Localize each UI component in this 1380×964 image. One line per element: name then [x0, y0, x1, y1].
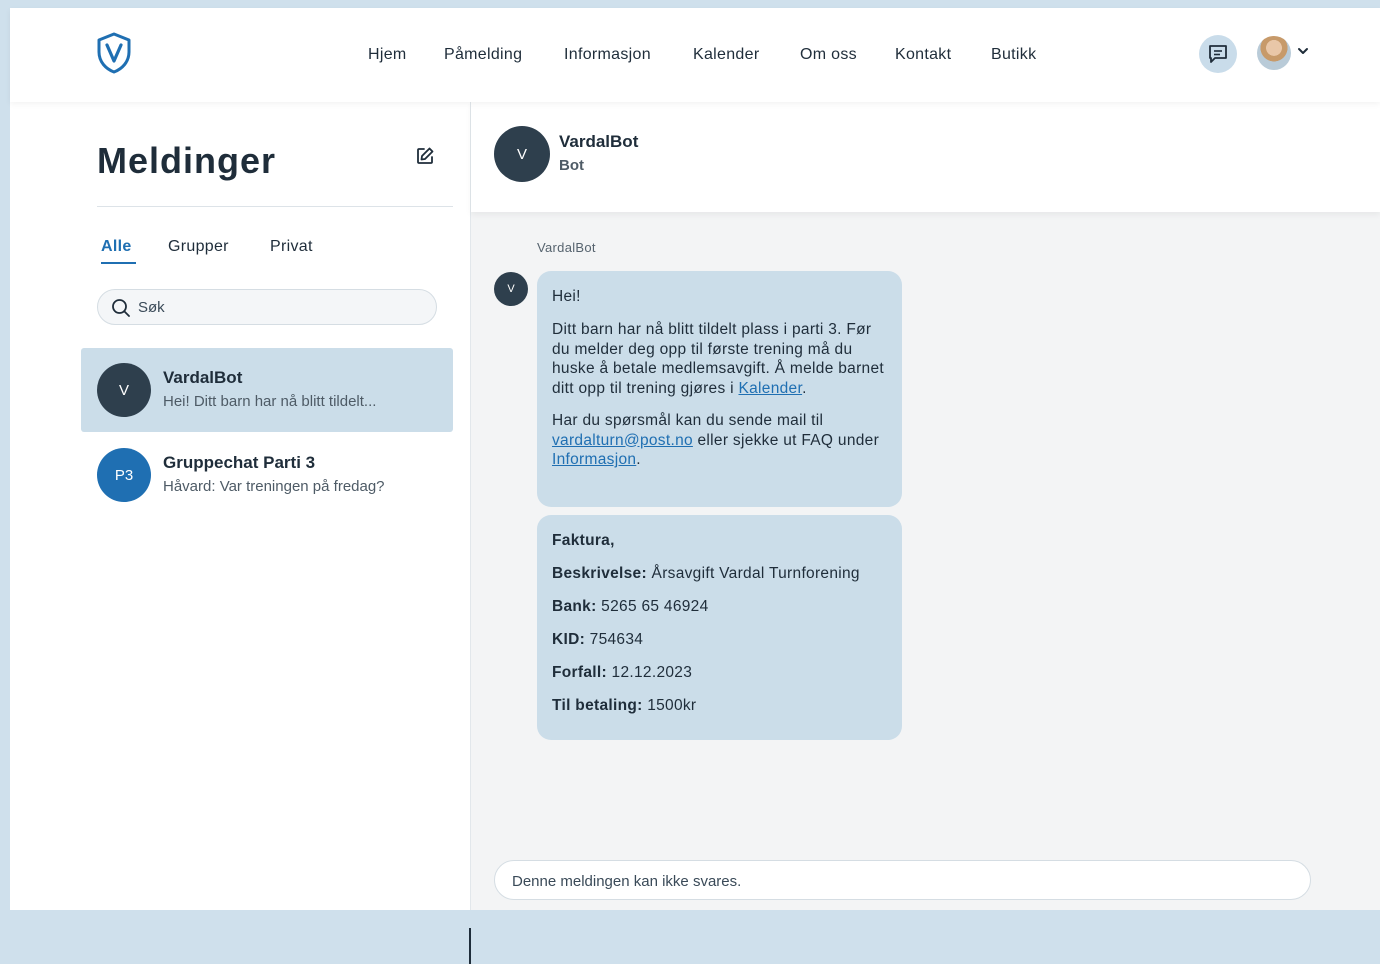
message-text: eller sjekke ut FAQ under: [692, 431, 880, 449]
sender-label: VardalBot: [537, 240, 596, 255]
conversation-name: VardalBot: [163, 368, 243, 387]
informasjon-link[interactable]: Informasjon: [552, 451, 636, 468]
field-value: 12.12.2023: [606, 664, 693, 681]
field-label: Bank:: [552, 598, 597, 615]
kalender-link[interactable]: Kalender: [738, 380, 802, 397]
invoice-kid: KID: 754634: [552, 630, 892, 650]
field-value: 5265 65 46924: [596, 598, 709, 615]
message-paragraph: Har du spørsmål kan du sende mail til va…: [552, 411, 892, 470]
invoice-bubble: Faktura, Beskrivelse: Årsavgift Vardal T…: [537, 515, 902, 740]
divider: [97, 206, 453, 207]
search-icon: [112, 299, 130, 317]
field-label: Beskrivelse:: [552, 565, 647, 582]
top-navigation: Hjem Påmelding Informasjon Kalender Om o…: [10, 8, 1380, 102]
main-nav: Hjem Påmelding Informasjon Kalender Om o…: [10, 46, 1380, 66]
chat-header: V VardalBot Bot: [471, 102, 1380, 212]
reply-box: [494, 860, 1311, 900]
chevron-down-icon[interactable]: [1297, 46, 1309, 56]
message-text: Har du spørsmål kan du sende mail til: [552, 412, 824, 429]
user-avatar[interactable]: [1257, 36, 1291, 70]
search-input[interactable]: [138, 296, 418, 318]
messages-button[interactable]: [1199, 35, 1237, 73]
nav-item-om-oss[interactable]: Om oss: [800, 46, 857, 64]
field-label: Forfall:: [552, 664, 607, 681]
avatar: P3: [97, 448, 151, 502]
field-value: Årsavgift Vardal Turnforening: [646, 565, 860, 582]
edit-icon[interactable]: [415, 146, 435, 166]
page-title: Meldinger: [97, 140, 277, 181]
avatar: V: [97, 363, 151, 417]
text-cursor: [469, 928, 471, 964]
tab-privat[interactable]: Privat: [270, 238, 313, 256]
chat-subtitle: Bot: [559, 157, 584, 174]
reply-input[interactable]: [512, 870, 1292, 892]
conversation-preview: Håvard: Var treningen på fredag?: [163, 478, 385, 495]
message-text: .: [802, 379, 807, 397]
email-link[interactable]: vardalturn@post.no: [552, 432, 693, 449]
message-paragraph: Ditt barn har nå blitt tildelt plass i p…: [552, 320, 892, 398]
conversation-preview: Hei! Ditt barn har nå blitt tildelt...: [163, 393, 377, 410]
invoice-due: Forfall: 12.12.2023: [552, 663, 892, 683]
field-label: KID:: [552, 631, 586, 648]
avatar: V: [494, 126, 550, 182]
app-window: Hjem Påmelding Informasjon Kalender Om o…: [10, 8, 1380, 910]
nav-item-hjem[interactable]: Hjem: [368, 46, 407, 64]
message-text: Ditt barn har nå blitt tildelt plass i p…: [552, 321, 884, 397]
field-value: 1500kr: [642, 697, 697, 714]
nav-item-kalender[interactable]: Kalender: [693, 46, 759, 64]
message-text: .: [636, 451, 641, 468]
invoice-description: Beskrivelse: Årsavgift Vardal Turnforeni…: [552, 564, 892, 584]
field-label: Til betaling:: [552, 697, 643, 714]
invoice-title: Faktura,: [552, 531, 892, 551]
field-value: 754634: [585, 631, 644, 648]
invoice-bank: Bank: 5265 65 46924: [552, 597, 892, 617]
conversation-sidebar: Meldinger Alle Grupper Privat V VardalBo…: [10, 102, 470, 910]
sender-avatar: V: [494, 272, 528, 306]
nav-item-informasjon[interactable]: Informasjon: [564, 46, 651, 64]
nav-item-pamelding[interactable]: Påmelding: [444, 46, 522, 64]
chat-title: VardalBot: [559, 132, 639, 151]
chat-bubble-icon: [1209, 45, 1227, 63]
search-box: [97, 289, 437, 325]
conversation-item-vardalbot[interactable]: V VardalBot Hei! Ditt barn har nå blitt …: [81, 348, 453, 432]
invoice-title-text: Faktura,: [552, 532, 615, 549]
chat-panel: V VardalBot Bot VardalBot V Hei! Ditt ba…: [471, 102, 1380, 910]
message-greeting: Hei!: [552, 288, 581, 305]
message-bubble: Hei! Ditt barn har nå blitt tildelt plas…: [537, 271, 902, 507]
nav-item-kontakt[interactable]: Kontakt: [895, 46, 951, 64]
nav-item-butikk[interactable]: Butikk: [991, 46, 1036, 64]
invoice-total: Til betaling: 1500kr: [552, 696, 892, 716]
tab-grupper[interactable]: Grupper: [168, 238, 229, 256]
tab-alle[interactable]: Alle: [101, 238, 136, 264]
conversation-item-gruppechat[interactable]: P3 Gruppechat Parti 3 Håvard: Var trenin…: [81, 433, 453, 517]
conversation-name: Gruppechat Parti 3: [163, 453, 316, 472]
